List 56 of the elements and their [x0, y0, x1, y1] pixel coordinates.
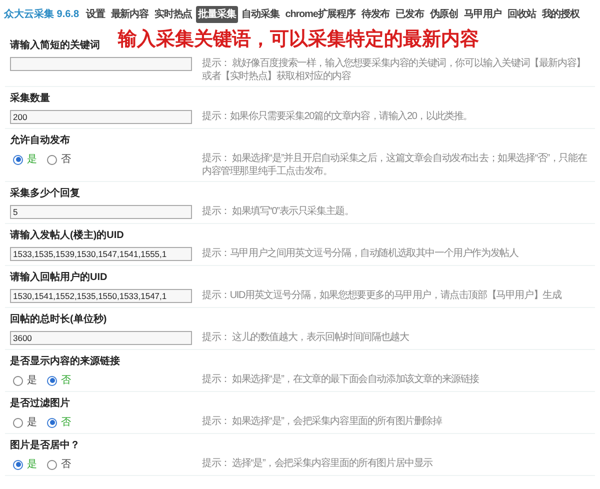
hint-text: 提示：如果你只需要采集20篇的文章内容，请输入20，以此类推。 [202, 110, 474, 123]
field-label: 请输入简短的关键词 [10, 39, 100, 53]
nav-tab[interactable]: 实时热点 [152, 6, 194, 22]
radio-button[interactable] [47, 376, 57, 386]
hint-text: 提示： 如果选择“是”，会把采集内容里面的所有图片删除掉 [202, 414, 444, 428]
field-label: 图片是否居中？ [10, 439, 80, 453]
nav-tab[interactable]: chrome扩展程序 [283, 6, 358, 22]
radio-label: 否 [61, 458, 71, 472]
hint-text: 提示： 如果填写“0”表示只采集主题。 [202, 204, 355, 218]
radio-button[interactable] [47, 460, 57, 470]
text-input[interactable]: 1533,1535,1539,1530,1547,1541,1555,1 [10, 247, 192, 261]
annotation-text: 输入采集关键语，可以采集特定的最新内容 [118, 28, 479, 52]
field-label: 回帖的总时长(单位秒) [10, 313, 107, 327]
nav-tab[interactable]: 批量采集 [196, 6, 238, 22]
nav-tab[interactable]: 伪原创 [428, 6, 460, 22]
hint-text: 提示： 选择“是”，会把采集内容里面的所有图片居中显示 [202, 456, 434, 470]
hint-text: 提示： 如果选择“是”，在文章的最下面会自动添加该文章的来源链接 [202, 372, 480, 386]
field-label: 采集多少个回复 [10, 187, 80, 201]
hint-text: 提示：UID用英文逗号分隔，如果您想要更多的马甲用户，请点击顶部【马甲用户】生成 [202, 288, 562, 302]
hint-text: 提示： 就好像百度搜索一样，输入您想要采集内容的关键词，你可以输入关键词【最新内容】或者【实时热点】获取相对应的内容 [202, 56, 586, 83]
radio-label: 否 [61, 416, 71, 430]
hint-text: 提示：马甲用户之间用英文逗号分隔，自动随机选取其中一个用户作为发帖人 [202, 246, 520, 260]
radio-button[interactable] [47, 418, 57, 428]
radio-button[interactable] [13, 376, 23, 386]
field-label: 允许自动发布 [10, 134, 70, 148]
text-input[interactable] [10, 57, 192, 71]
nav-tab[interactable]: 我的授权 [540, 6, 582, 22]
field-label: 请输入发帖人(楼主)的UID [10, 229, 124, 243]
field-label: 请输入回帖用户的UID [10, 271, 108, 285]
radio-button[interactable] [47, 154, 57, 164]
text-input[interactable]: 200 [10, 110, 192, 124]
field-label: 是否显示内容的来源链接 [10, 355, 120, 369]
app-title: 众大云采集 9.6.8 [4, 8, 80, 22]
nav-tab[interactable]: 已发布 [394, 6, 426, 22]
radio-label: 是 [27, 374, 37, 388]
nav-tab[interactable]: 最新内容 [108, 6, 150, 22]
radio-label: 否 [61, 374, 71, 388]
radio-label: 是 [27, 458, 37, 472]
nav-tab[interactable]: 待发布 [359, 6, 392, 22]
nav-tab[interactable]: 自动采集 [240, 6, 282, 22]
nav-tab[interactable]: 马甲用户 [462, 6, 504, 22]
text-input[interactable]: 1530,1541,1552,1535,1550,1533,1547,1 [10, 289, 192, 303]
nav-tab[interactable]: 回收站 [506, 6, 538, 22]
field-label: 采集数量 [10, 92, 50, 106]
text-input[interactable]: 5 [10, 205, 192, 219]
hint-text: 提示： 这儿的数值越大，表示回帖时间间隔也越大 [202, 330, 410, 344]
text-input[interactable]: 3600 [10, 331, 192, 345]
radio-label: 是 [27, 416, 37, 430]
radio-button[interactable] [13, 154, 23, 164]
nav-tab[interactable]: 设置 [84, 6, 107, 22]
radio-label: 是 [27, 153, 37, 167]
hint-text: 提示： 如果选择“是”并且开启自动采集之后，这篇文章会自动发布出去；如果选择“否”，只能在内容管理那里纯手工点击发布。 [202, 152, 588, 178]
radio-label: 否 [61, 153, 71, 167]
radio-button[interactable] [13, 418, 23, 428]
radio-button[interactable] [13, 460, 23, 470]
field-label: 是否过滤图片 [10, 397, 70, 411]
